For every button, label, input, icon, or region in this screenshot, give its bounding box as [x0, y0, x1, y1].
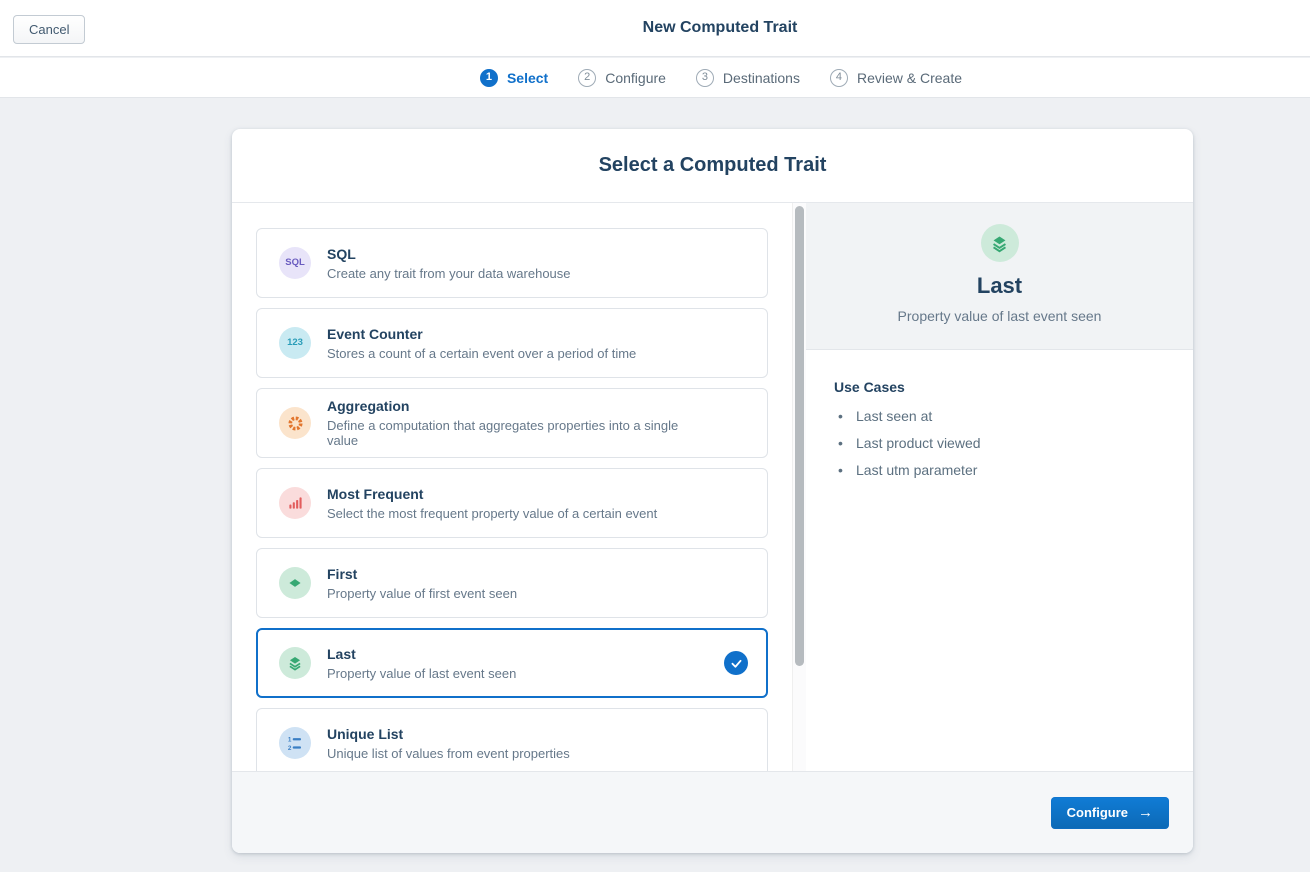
trait-title: Most Frequent [327, 486, 657, 502]
step-3-circle: 3 [696, 69, 714, 87]
step-select[interactable]: 1 Select [480, 69, 548, 87]
card-body: SQL SQL Create any trait from your data … [232, 203, 1193, 771]
configure-button-label: Configure [1067, 805, 1128, 820]
trait-title: Aggregation [327, 398, 707, 414]
trait-item-sql[interactable]: SQL SQL Create any trait from your data … [256, 228, 768, 298]
layers-icon [279, 647, 311, 679]
use-case-item: Last seen at [834, 408, 1173, 425]
detail-title: Last [806, 273, 1193, 299]
trait-title: Event Counter [327, 326, 636, 342]
trait-item-most-frequent[interactable]: Most Frequent Select the most frequent p… [256, 468, 768, 538]
detail-description: Property value of last event seen [806, 308, 1193, 324]
step-3-label: Destinations [723, 70, 800, 86]
bar-chart-icon [279, 487, 311, 519]
trait-title: SQL [327, 246, 571, 262]
use-case-item: Last utm parameter [834, 462, 1173, 479]
trait-item-event-counter[interactable]: 123 Event Counter Stores a count of a ce… [256, 308, 768, 378]
use-cases-heading: Use Cases [834, 379, 1173, 395]
trait-item-last[interactable]: Last Property value of last event seen [256, 628, 768, 698]
step-2-label: Configure [605, 70, 666, 86]
trait-description: Create any trait from your data warehous… [327, 266, 571, 281]
trait-title: First [327, 566, 517, 582]
trait-description: Unique list of values from event propert… [327, 746, 570, 761]
stepper: 1 Select 2 Configure 3 Destinations 4 Re… [0, 58, 1310, 98]
sql-text-badge-icon: SQL [279, 247, 311, 279]
diamond-icon [279, 567, 311, 599]
numbered-list-icon: 1 2 [279, 727, 311, 759]
trait-item-first[interactable]: First Property value of first event seen [256, 548, 768, 618]
trait-list: SQL SQL Create any trait from your data … [232, 203, 792, 771]
step-destinations[interactable]: 3 Destinations [696, 69, 800, 87]
trait-title: Last [327, 646, 516, 662]
trait-description: Property value of first event seen [327, 586, 517, 601]
trait-item-unique-list[interactable]: 1 2 Unique List Unique list of values fr… [256, 708, 768, 771]
trait-description: Select the most frequent property value … [327, 506, 657, 521]
trait-description: Stores a count of a certain event over a… [327, 346, 636, 361]
card-footer: Configure → [232, 771, 1193, 853]
trait-title: Unique List [327, 726, 570, 742]
trait-item-aggregation[interactable]: Aggregation Define a computation that ag… [256, 388, 768, 458]
detail-header: Last Property value of last event seen [806, 203, 1193, 350]
step-4-label: Review & Create [857, 70, 962, 86]
123-text-badge-icon: 123 [279, 327, 311, 359]
list-scrollbar-track[interactable] [792, 203, 806, 771]
card-title: Select a Computed Trait [599, 154, 827, 177]
step-1-label: Select [507, 70, 548, 86]
step-1-circle: 1 [480, 69, 498, 87]
configure-button[interactable]: Configure → [1051, 797, 1169, 829]
trait-detail-panel: Last Property value of last event seen U… [806, 203, 1193, 771]
use-case-item: Last product viewed [834, 435, 1173, 452]
card-header: Select a Computed Trait [232, 129, 1193, 203]
select-trait-card: Select a Computed Trait SQL SQL Create a… [232, 129, 1193, 853]
arrow-right-icon: → [1138, 805, 1153, 820]
use-cases-section: Use Cases Last seen at Last product view… [806, 350, 1193, 489]
step-4-circle: 4 [830, 69, 848, 87]
step-2-circle: 2 [578, 69, 596, 87]
cancel-button[interactable]: Cancel [13, 15, 85, 44]
layers-icon [981, 224, 1019, 262]
list-scrollbar-thumb[interactable] [795, 206, 804, 666]
selected-check-icon [724, 651, 748, 675]
page-title: New Computed Trait [643, 19, 798, 37]
top-bar: Cancel New Computed Trait [0, 0, 1310, 57]
step-configure[interactable]: 2 Configure [578, 69, 666, 87]
step-review-create[interactable]: 4 Review & Create [830, 69, 962, 87]
trait-description: Property value of last event seen [327, 666, 516, 681]
svg-text:2: 2 [288, 745, 292, 752]
svg-text:1: 1 [288, 737, 292, 744]
trait-description: Define a computation that aggregates pro… [327, 418, 707, 448]
use-cases-list: Last seen at Last product viewed Last ut… [834, 408, 1173, 479]
gear-icon [279, 407, 311, 439]
